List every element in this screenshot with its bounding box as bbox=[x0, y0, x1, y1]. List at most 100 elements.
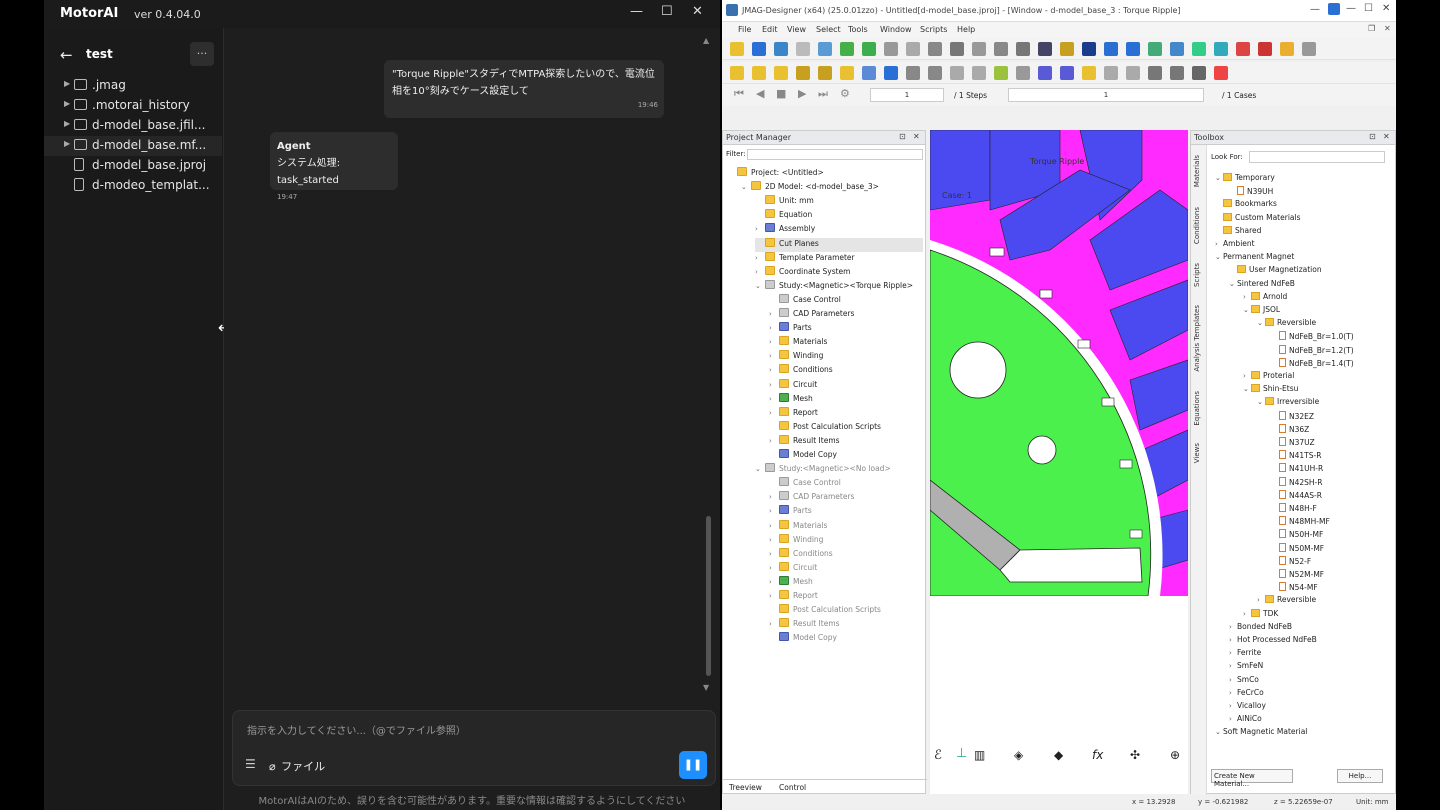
menu-edit[interactable]: Edit bbox=[762, 25, 778, 34]
expander-icon[interactable]: › bbox=[769, 536, 779, 544]
material-tree-item[interactable]: › Reversible bbox=[1257, 595, 1316, 608]
expander-icon[interactable]: › bbox=[1229, 715, 1237, 723]
project-tree-item[interactable]: ⌄ 2D Model: <d-model_base_3> bbox=[741, 181, 923, 195]
expander-icon[interactable]: › bbox=[769, 409, 779, 417]
toolbar-tool-icon[interactable] bbox=[950, 42, 964, 56]
material-tree-item[interactable]: › Proterial bbox=[1243, 371, 1294, 384]
material-tree-item[interactable]: › AlNiCo bbox=[1229, 714, 1262, 727]
back-arrow-icon[interactable]: ← bbox=[60, 46, 73, 64]
toolbar-tool-icon[interactable] bbox=[1060, 66, 1074, 80]
toolbar-tool-icon[interactable] bbox=[994, 66, 1008, 80]
expander-icon[interactable]: ⌄ bbox=[755, 465, 765, 473]
minimize-button[interactable]: — bbox=[1346, 3, 1356, 14]
close-icon[interactable]: ✕ bbox=[913, 132, 920, 141]
toolbar-tool-icon[interactable] bbox=[1148, 66, 1162, 80]
toolbar-tool-icon[interactable] bbox=[906, 42, 920, 56]
project-tree-item[interactable]: › Materials bbox=[769, 519, 923, 534]
toolbar-tool-icon[interactable] bbox=[774, 42, 788, 56]
material-tree-item[interactable]: N44AS-R bbox=[1271, 489, 1322, 503]
material-tree-item[interactable]: N36Z bbox=[1271, 423, 1309, 437]
toolbar-tool-icon[interactable] bbox=[906, 66, 920, 80]
material-tree-item[interactable]: N48MH-MF bbox=[1271, 516, 1330, 529]
create-material-button[interactable]: Create New Material... bbox=[1211, 769, 1293, 788]
project-tree-item[interactable]: Post Calculation Scripts bbox=[769, 420, 923, 435]
equation-icon[interactable]: ℰ bbox=[934, 748, 942, 763]
toolbar-tool-icon[interactable] bbox=[1148, 42, 1162, 56]
toolbar-tool-icon[interactable] bbox=[972, 42, 986, 56]
project-tree-item[interactable]: › Report bbox=[769, 590, 923, 604]
look-for-input[interactable] bbox=[1249, 151, 1385, 163]
toolbar-tool-icon[interactable] bbox=[774, 66, 788, 80]
model-viewport[interactable]: Torque Ripple Case: 1 bbox=[930, 130, 1188, 596]
snap-icon[interactable]: ✣ bbox=[1130, 748, 1140, 762]
toolbar-tool-icon[interactable] bbox=[1214, 66, 1228, 80]
part-icon[interactable]: ◈ bbox=[1014, 748, 1023, 762]
toolbar-tool-icon[interactable] bbox=[1170, 42, 1184, 56]
toolbar-tool-icon[interactable] bbox=[1192, 66, 1206, 80]
toolbar-tool-icon[interactable] bbox=[1192, 42, 1206, 56]
material-tree-item[interactable]: ⌄ Shin-Etsu bbox=[1243, 384, 1298, 397]
project-tree-item[interactable]: › Assembly bbox=[755, 223, 923, 237]
project-tree-item[interactable]: Case Control bbox=[769, 477, 923, 491]
material-tree-item[interactable]: › Arnold bbox=[1243, 291, 1287, 305]
tab-conditions[interactable]: Conditions bbox=[1193, 207, 1201, 244]
material-tree-item[interactable]: › FeCrCo bbox=[1229, 688, 1264, 701]
material-tree-item[interactable]: Bookmarks bbox=[1215, 199, 1277, 212]
material-tree-item[interactable]: › SmCo bbox=[1229, 675, 1259, 688]
project-tree-item[interactable]: › Conditions bbox=[769, 547, 923, 562]
expander-icon[interactable]: › bbox=[769, 592, 779, 600]
project-tree-item[interactable]: › Winding bbox=[769, 533, 923, 548]
expander-icon[interactable]: › bbox=[1229, 689, 1237, 697]
tab-analysis-templates[interactable]: Analysis Templates bbox=[1193, 305, 1201, 372]
tab-scripts[interactable]: Scripts bbox=[1193, 263, 1201, 287]
tab-treeview[interactable]: Treeview bbox=[729, 783, 762, 792]
expander-icon[interactable]: ⌄ bbox=[1215, 728, 1223, 736]
project-tree-item[interactable]: › Result Items bbox=[769, 434, 923, 449]
menu-file[interactable]: File bbox=[738, 25, 751, 34]
toolbar-tool-icon[interactable] bbox=[1258, 42, 1272, 56]
more-options-button[interactable]: ... bbox=[190, 42, 214, 66]
file-tree-item[interactable]: ▶ .motorai_history bbox=[44, 96, 222, 116]
tab-materials[interactable]: Materials bbox=[1193, 155, 1201, 187]
menu-help[interactable]: Help bbox=[957, 25, 975, 34]
toolbar-tool-icon[interactable] bbox=[1016, 42, 1030, 56]
file-tree-item[interactable]: d-modeo_templat... bbox=[44, 176, 222, 196]
expander-icon[interactable]: ⌄ bbox=[1215, 174, 1223, 182]
toolbar-tool-icon[interactable] bbox=[752, 42, 766, 56]
material-tree-item[interactable]: ⌄ Reversible bbox=[1257, 318, 1316, 331]
toolbar-tool-icon[interactable] bbox=[1126, 66, 1140, 80]
expander-icon[interactable]: › bbox=[769, 507, 779, 515]
material-tree-item[interactable]: › TDK bbox=[1243, 608, 1278, 622]
project-tree-item[interactable]: › Coordinate System bbox=[755, 265, 923, 280]
project-tree-item[interactable]: Project: <Untitled> bbox=[727, 167, 923, 181]
mdi-close-icon[interactable]: ✕ bbox=[1384, 24, 1391, 33]
material-tree-item[interactable]: N54-MF bbox=[1271, 582, 1318, 595]
expander-icon[interactable]: ⌄ bbox=[1243, 306, 1251, 314]
file-tree-item[interactable]: d-model_base.jproj bbox=[44, 156, 222, 176]
prev-frame-icon[interactable]: ◀ bbox=[756, 87, 764, 100]
scroll-down-icon[interactable]: ▼ bbox=[703, 683, 709, 692]
toolbar-tool-icon[interactable] bbox=[796, 42, 810, 56]
pin-icon[interactable]: ⊡ bbox=[1369, 132, 1376, 141]
material-tree-item[interactable]: N42SH-R bbox=[1271, 476, 1322, 490]
toolbar-tool-icon[interactable] bbox=[972, 66, 986, 80]
first-frame-icon[interactable]: ⏮ bbox=[734, 87, 744, 101]
tab-control[interactable]: Control bbox=[779, 783, 806, 792]
material-tree-item[interactable]: N32EZ bbox=[1271, 410, 1314, 424]
project-tree-item[interactable]: Cut Planes bbox=[755, 237, 923, 252]
expander-icon[interactable]: ⌄ bbox=[1215, 253, 1223, 261]
close-icon[interactable]: ✕ bbox=[1383, 132, 1390, 141]
toolbar-tool-icon[interactable] bbox=[1126, 42, 1140, 56]
material-tree-item[interactable]: ⌄ Permanent Magnet bbox=[1215, 252, 1294, 265]
expander-icon[interactable]: › bbox=[769, 522, 779, 530]
scroll-up-icon[interactable]: ▲ bbox=[703, 36, 709, 45]
menu-view[interactable]: View bbox=[787, 25, 806, 34]
toolbar-tool-icon[interactable] bbox=[1170, 66, 1184, 80]
toolbar-tool-icon[interactable] bbox=[1060, 42, 1074, 56]
material-tree-item[interactable]: Shared bbox=[1215, 225, 1261, 239]
globe-icon[interactable]: ⊕ bbox=[1170, 748, 1180, 762]
expander-icon[interactable]: › bbox=[769, 310, 779, 318]
material-tree-item[interactable]: N52-F bbox=[1271, 555, 1311, 569]
play-icon[interactable]: ▶ bbox=[798, 87, 806, 100]
toolbar-tool-icon[interactable] bbox=[840, 66, 854, 80]
